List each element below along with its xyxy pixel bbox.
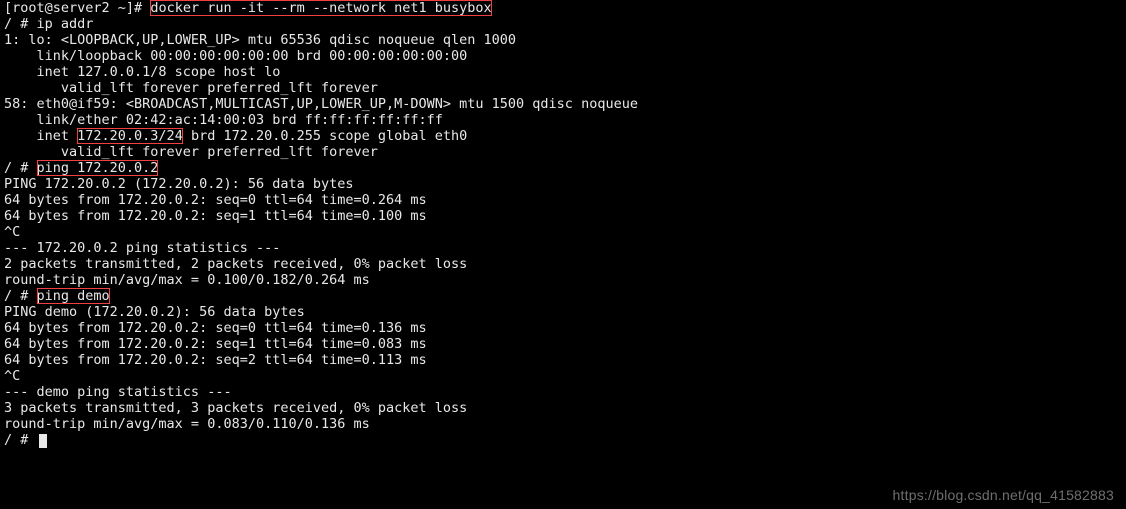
ping2-break: ^C [4, 368, 20, 384]
prompt-root: [root@server2 ~]# [4, 0, 150, 16]
ping2-stats-rtt: round-trip min/avg/max = 0.083/0.110/0.1… [4, 416, 370, 432]
ping2-reply-0: 64 bytes from 172.20.0.2: seq=0 ttl=64 t… [4, 320, 427, 336]
ping1-stats-header: --- 172.20.0.2 ping statistics --- [4, 240, 280, 256]
cmd-ping-ip: ping 172.20.0.2 [37, 160, 159, 176]
prompt-shell: / # [4, 160, 37, 176]
cmd-docker-run: docker run -it --rm --network net1 busyb… [150, 0, 491, 16]
ip-lo-inet: inet 127.0.0.1/8 scope host lo [4, 64, 280, 80]
ip-eth-link: link/ether 02:42:ac:14:00:03 brd ff:ff:f… [4, 112, 443, 128]
ping1-break: ^C [4, 224, 20, 240]
ip-eth-header: 58: eth0@if59: <BROADCAST,MULTICAST,UP,L… [4, 96, 638, 112]
ping1-stats-pkt: 2 packets transmitted, 2 packets receive… [4, 256, 467, 272]
ip-eth-valid: valid_lft forever preferred_lft forever [4, 144, 378, 160]
ip-lo-header: 1: lo: <LOOPBACK,UP,LOWER_UP> mtu 65536 … [4, 32, 516, 48]
ping2-reply-1: 64 bytes from 172.20.0.2: seq=1 ttl=64 t… [4, 336, 427, 352]
ping2-reply-2: 64 bytes from 172.20.0.2: seq=2 ttl=64 t… [4, 352, 427, 368]
ip-eth-inet-pre: inet [4, 128, 77, 144]
terminal-output[interactable]: [root@server2 ~]# docker run -it --rm --… [0, 0, 1126, 448]
ip-eth-inet-addr: 172.20.0.3/24 [77, 128, 183, 144]
ping2-stats-pkt: 3 packets transmitted, 3 packets receive… [4, 400, 467, 416]
prompt-shell: / # [4, 288, 37, 304]
ping1-reply-0: 64 bytes from 172.20.0.2: seq=0 ttl=64 t… [4, 192, 427, 208]
ping1-stats-rtt: round-trip min/avg/max = 0.100/0.182/0.2… [4, 272, 370, 288]
prompt-shell: / # [4, 16, 37, 32]
ip-eth-inet-post: brd 172.20.0.255 scope global eth0 [183, 128, 467, 144]
prompt-shell: / # [4, 432, 37, 448]
cmd-ping-name: ping demo [37, 288, 110, 304]
ping2-stats-header: --- demo ping statistics --- [4, 384, 232, 400]
watermark: https://blog.csdn.net/qq_41582883 [893, 487, 1114, 503]
ip-lo-valid: valid_lft forever preferred_lft forever [4, 80, 378, 96]
cursor-icon [39, 434, 47, 448]
ping1-header: PING 172.20.0.2 (172.20.0.2): 56 data by… [4, 176, 354, 192]
ping1-reply-1: 64 bytes from 172.20.0.2: seq=1 ttl=64 t… [4, 208, 427, 224]
ping2-header: PING demo (172.20.0.2): 56 data bytes [4, 304, 305, 320]
cmd-ip-addr: ip addr [37, 16, 94, 32]
ip-lo-link: link/loopback 00:00:00:00:00:00 brd 00:0… [4, 48, 467, 64]
